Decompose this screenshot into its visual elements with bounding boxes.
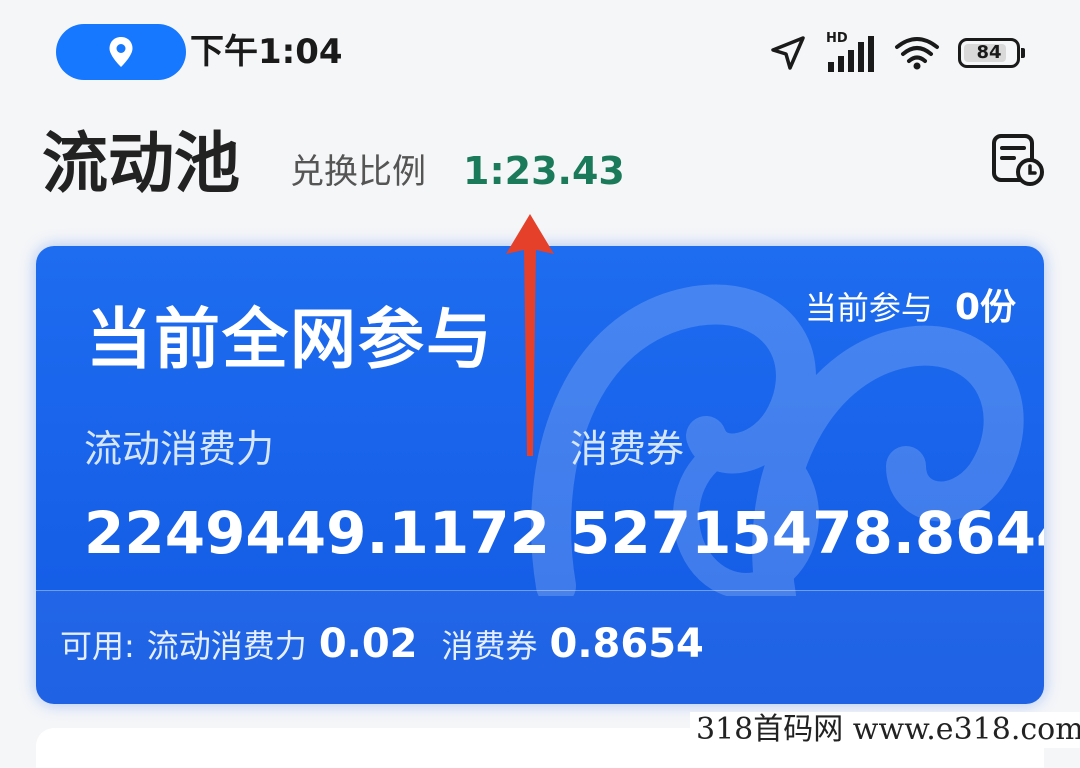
liquidity-power-label: 流动消费力 bbox=[84, 427, 275, 471]
available-balance-line: 可用: 流动消费力 0.02 消费券 0.8654 bbox=[60, 621, 704, 669]
battery-icon: 84 bbox=[958, 38, 1025, 68]
hd-signal-icon: HD bbox=[824, 32, 876, 74]
history-record-icon bbox=[992, 134, 1044, 186]
participation-label: 当前参与 bbox=[804, 289, 933, 327]
status-bar: 下午1:04 HD 84 bbox=[0, 0, 1080, 110]
battery-level: 84 bbox=[976, 42, 1002, 63]
available-balance-bar: 可用: 流动消费力 0.02 消费券 0.8654 bbox=[36, 590, 1044, 704]
card-title: 当前全网参与 bbox=[86, 301, 494, 378]
annotation-arrow-icon bbox=[506, 214, 554, 456]
exchange-ratio-value: 1:23.43 bbox=[463, 149, 625, 193]
location-pin-icon bbox=[109, 37, 133, 67]
available-voucher-label: 消费券 bbox=[441, 627, 538, 665]
wifi-icon bbox=[895, 37, 939, 70]
current-participation: 当前参与 0份 bbox=[805, 286, 1016, 330]
voucher-value: 52715478.8644 bbox=[570, 499, 1044, 567]
exchange-ratio-label: 兑换比例 bbox=[290, 152, 426, 192]
status-icons: HD 84 bbox=[770, 30, 1025, 76]
participation-value: 0份 bbox=[954, 287, 1016, 328]
voucher-label: 消费券 bbox=[570, 427, 685, 471]
location-indicator[interactable] bbox=[56, 24, 186, 80]
available-liquidity-value: 0.02 bbox=[318, 621, 418, 667]
available-voucher-value: 0.8654 bbox=[549, 621, 704, 667]
page-title: 流动池 bbox=[42, 125, 240, 202]
available-label: 可用: bbox=[60, 627, 135, 665]
available-liquidity-label: 流动消费力 bbox=[146, 627, 307, 665]
status-time: 下午1:04 bbox=[190, 32, 343, 72]
navigation-arrow-icon bbox=[771, 36, 805, 70]
history-record-button[interactable] bbox=[990, 132, 1046, 188]
site-watermark: 318首码网 www.e318.com bbox=[690, 712, 1080, 748]
liquidity-power-value: 2249449.1172 bbox=[84, 499, 550, 567]
